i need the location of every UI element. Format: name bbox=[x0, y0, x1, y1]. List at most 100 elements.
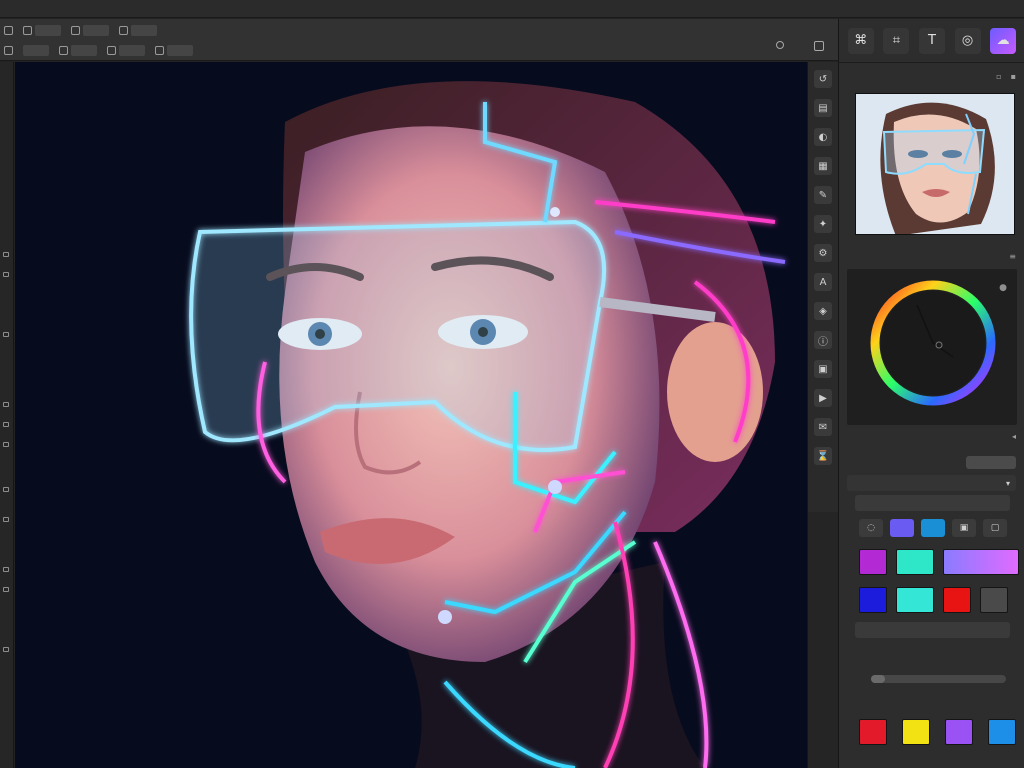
gradient-swatch[interactable] bbox=[943, 549, 1019, 575]
brush-icon bbox=[4, 25, 13, 35]
tool-tick-icon[interactable] bbox=[3, 517, 9, 522]
swatch-row-1 bbox=[859, 549, 1019, 575]
tool-tick-icon[interactable] bbox=[3, 252, 9, 257]
smoothness-header bbox=[859, 651, 1016, 665]
gradient-field[interactable] bbox=[855, 622, 1010, 638]
smoothness-slider[interactable] bbox=[871, 675, 1006, 683]
menu-icon[interactable]: ▪ bbox=[1011, 72, 1016, 81]
libraries-panel-icon[interactable]: ▣ bbox=[814, 360, 832, 378]
swatch[interactable] bbox=[859, 587, 887, 613]
options-row-top bbox=[4, 23, 157, 37]
type-tool-icon[interactable]: T bbox=[918, 27, 945, 54]
tool-tick-icon[interactable] bbox=[3, 567, 9, 572]
mode-control[interactable] bbox=[71, 24, 109, 36]
crop-icon[interactable]: ⌗ bbox=[883, 27, 910, 54]
smoothing-control[interactable] bbox=[59, 44, 97, 56]
swatch[interactable] bbox=[896, 549, 934, 575]
color-panel-header: ≡ bbox=[847, 249, 1016, 263]
tool-tick-icon[interactable] bbox=[3, 422, 9, 427]
flow-control[interactable] bbox=[23, 44, 49, 56]
panel-options-icon[interactable]: ≡ bbox=[1009, 252, 1016, 261]
eyedropper-icon[interactable]: ● bbox=[999, 283, 1007, 293]
angle-icon bbox=[107, 45, 116, 55]
character-panel-icon[interactable]: A bbox=[814, 273, 832, 291]
tool-tick-icon[interactable] bbox=[3, 332, 9, 337]
right-toolbar: ⌘ ⌗ T ◎ ☁ bbox=[839, 19, 1024, 63]
properties-panel-icon[interactable]: ⚙ bbox=[814, 244, 832, 262]
lasso-icon[interactable]: ⌘ bbox=[847, 27, 874, 54]
swatch[interactable] bbox=[943, 587, 971, 613]
opacity-row[interactable] bbox=[855, 495, 1010, 511]
panel-icon-column: ↺ ▤ ◐ ▦ ✎ ✦ ⚙ A ◈ ⓘ ▣ ▶ ✉ ⌛ bbox=[807, 62, 838, 512]
mode-field[interactable] bbox=[83, 24, 109, 36]
right-panel: ⌘ ⌗ T ◎ ☁ ▫ ▪ ≡ ● ◂ ▾ ◌ ▣ ▢ bbox=[838, 19, 1024, 768]
history-icon bbox=[4, 45, 13, 55]
swatch[interactable] bbox=[902, 719, 930, 745]
tool-tick-icon[interactable] bbox=[3, 647, 9, 652]
color-wheel[interactable] bbox=[867, 277, 999, 409]
flow-field[interactable] bbox=[23, 44, 49, 56]
pressure-control[interactable] bbox=[155, 44, 193, 56]
info-panel-icon[interactable]: ⓘ bbox=[814, 331, 832, 349]
artwork-image bbox=[15, 62, 807, 768]
size-field[interactable] bbox=[35, 24, 61, 36]
smoothing-icon bbox=[59, 45, 68, 55]
color-cloud-icon[interactable]: ☁ bbox=[990, 27, 1017, 54]
swatch[interactable] bbox=[896, 587, 934, 613]
styles-panel-icon[interactable]: ◈ bbox=[814, 302, 832, 320]
mode-icon bbox=[71, 25, 80, 35]
tab-swatch-purple[interactable] bbox=[890, 519, 914, 537]
angle-control[interactable] bbox=[107, 44, 145, 56]
gradient-chevron-icon[interactable]: ▾ bbox=[1006, 479, 1010, 488]
layers-panel-icon[interactable]: ▤ bbox=[814, 99, 832, 117]
workspace-icon[interactable] bbox=[814, 41, 824, 51]
tab-palette-icon[interactable]: ◌ bbox=[859, 519, 883, 537]
tool-tick-icon[interactable] bbox=[3, 272, 9, 277]
smoothing-field[interactable] bbox=[71, 44, 97, 56]
expand-icon[interactable]: ▫ bbox=[996, 72, 1001, 81]
tool-tick-icon[interactable] bbox=[3, 402, 9, 407]
tool-preset-picker[interactable] bbox=[4, 25, 13, 35]
swatch[interactable] bbox=[859, 549, 887, 575]
color-sub-header: ◂ bbox=[847, 429, 1016, 443]
opacity-field[interactable] bbox=[131, 24, 157, 36]
options-row-bottom bbox=[4, 43, 193, 57]
adjustments-panel-icon[interactable]: ◐ bbox=[814, 128, 832, 146]
timeline-panel-icon[interactable]: ⌛ bbox=[814, 447, 832, 465]
brush-panel-icon[interactable]: ✦ bbox=[814, 215, 832, 233]
collapse-icon[interactable]: ◂ bbox=[1012, 432, 1016, 441]
opacity-control[interactable] bbox=[119, 24, 157, 36]
opacity-icon bbox=[119, 25, 128, 35]
navigator-thumbnail[interactable] bbox=[855, 93, 1015, 235]
size-control[interactable] bbox=[23, 24, 61, 36]
blend-row bbox=[847, 455, 1016, 469]
blend-mode-button[interactable] bbox=[966, 455, 1016, 469]
search-icon[interactable] bbox=[776, 41, 784, 49]
left-tool-strip bbox=[0, 62, 14, 768]
pressure-field[interactable] bbox=[167, 44, 193, 56]
panel-icon-column-empty bbox=[807, 512, 838, 768]
channels-panel-icon[interactable]: ▦ bbox=[814, 157, 832, 175]
swatch[interactable] bbox=[988, 719, 1016, 745]
angle-field[interactable] bbox=[119, 44, 145, 56]
swatch[interactable] bbox=[859, 719, 887, 745]
history-control[interactable] bbox=[4, 45, 13, 55]
swatch[interactable] bbox=[945, 719, 973, 745]
document-canvas[interactable] bbox=[15, 62, 807, 768]
tab-grid-icon[interactable]: ▣ bbox=[952, 519, 976, 537]
tool-tick-icon[interactable] bbox=[3, 587, 9, 592]
smoothness-slider-fill bbox=[871, 675, 885, 683]
history-panel-icon[interactable]: ↺ bbox=[814, 70, 832, 88]
shape-icon[interactable]: ◎ bbox=[954, 27, 981, 54]
notes-panel-icon[interactable]: ✉ bbox=[814, 418, 832, 436]
tool-tick-icon[interactable] bbox=[3, 487, 9, 492]
options-right-controls bbox=[776, 41, 824, 51]
tab-swatch-blue[interactable] bbox=[921, 519, 945, 537]
color-wheel-box: ● bbox=[847, 269, 1017, 425]
actions-panel-icon[interactable]: ▶ bbox=[814, 389, 832, 407]
paths-panel-icon[interactable]: ✎ bbox=[814, 186, 832, 204]
tab-options-icon[interactable]: ▢ bbox=[983, 519, 1007, 537]
tool-tick-icon[interactable] bbox=[3, 442, 9, 447]
swatch[interactable] bbox=[980, 587, 1008, 613]
gradient-section-header[interactable]: ▾ bbox=[847, 475, 1016, 491]
